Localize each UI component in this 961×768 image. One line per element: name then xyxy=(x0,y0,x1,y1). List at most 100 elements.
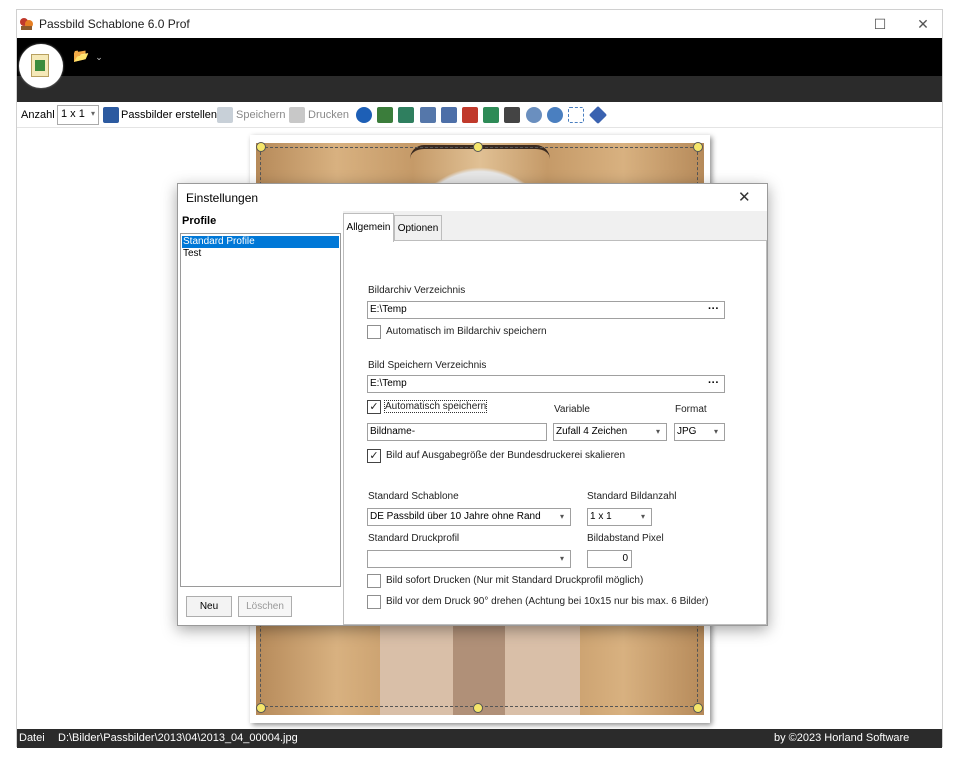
count-value: 1 x 1 xyxy=(590,511,612,522)
profile-item[interactable]: Standard Profile xyxy=(182,236,339,248)
tab-general-panel: Bildarchiv Verzeichnis E:\Temp ··· Autom… xyxy=(343,240,767,625)
chevron-down-icon: ▾ xyxy=(90,109,95,118)
anzahl-label: Anzahl xyxy=(21,109,55,121)
crop-handle-top-left[interactable] xyxy=(256,142,266,152)
maximize-button[interactable]: ☐ xyxy=(862,14,898,34)
picture-icon[interactable] xyxy=(504,107,520,123)
crop-handle-bottom-left[interactable] xyxy=(256,703,266,713)
save-dir-field[interactable]: E:\Temp ··· xyxy=(367,375,725,393)
delete-profile-button[interactable]: Löschen xyxy=(238,596,292,617)
check-icon: ✓ xyxy=(369,450,379,462)
create-passbilder-button[interactable]: Passbilder erstellen xyxy=(121,109,217,121)
auto-save-checkbox[interactable]: ✓ xyxy=(367,400,381,414)
spacing-input[interactable]: 0 xyxy=(587,550,632,568)
chevron-down-icon: ▾ xyxy=(640,512,645,521)
count-label: Standard Bildanzahl xyxy=(587,491,677,502)
filename-value: Bildname- xyxy=(370,426,416,437)
variable-value: Zufall 4 Zeichen xyxy=(556,426,628,437)
maximize-icon: ☐ xyxy=(873,16,887,32)
ribbon-lower-bar xyxy=(17,76,942,102)
image-green-icon[interactable] xyxy=(377,107,393,123)
new-profile-button[interactable]: Neu xyxy=(186,596,232,617)
dialog-close-button[interactable]: ✕ xyxy=(738,188,751,206)
print-icon xyxy=(289,107,305,123)
profile-list[interactable]: Standard Profile Test xyxy=(180,233,341,587)
status-bar: Datei D:\Bilder\Passbilder\2013\04\2013_… xyxy=(17,729,942,748)
count-select[interactable]: 1 x 1 ▾ xyxy=(587,508,652,526)
crop-handle-top-center[interactable] xyxy=(473,142,483,152)
dialog-title: Einstellungen xyxy=(186,191,259,205)
tab-optionen[interactable]: Optionen xyxy=(394,215,442,240)
scale-label: Bild auf Ausgabegröße der Bundesdruckere… xyxy=(386,450,626,461)
scale-checkbox[interactable]: ✓ xyxy=(367,449,381,463)
close-icon: ✕ xyxy=(917,16,929,32)
profiles-heading: Profile xyxy=(182,215,217,227)
save-dir-value: E:\Temp xyxy=(370,378,407,389)
chevron-down-icon: ▾ xyxy=(559,512,564,521)
filename-input[interactable]: Bildname- xyxy=(367,423,547,441)
settings-tabs: Allgemein Optionen Bildarchiv Verzeichni… xyxy=(343,211,767,625)
app-menu-button[interactable] xyxy=(19,44,63,88)
app-logo-icon xyxy=(19,16,34,31)
save-dir-label: Bild Speichern Verzeichnis xyxy=(368,360,487,371)
format-select[interactable]: JPG ▾ xyxy=(674,423,725,441)
template-value: DE Passbild über 10 Jahre ohne Rand xyxy=(370,511,541,522)
spacing-value: 0 xyxy=(622,553,628,564)
image-landscape-icon[interactable] xyxy=(398,107,414,123)
browse-save-button[interactable]: ··· xyxy=(708,376,719,391)
status-file-label: Datei xyxy=(19,732,45,744)
template-select[interactable]: DE Passbild über 10 Jahre ohne Rand ▾ xyxy=(367,508,571,526)
crop-handle-bottom-right[interactable] xyxy=(693,703,703,713)
variable-label: Variable xyxy=(554,404,590,415)
variable-select[interactable]: Zufall 4 Zeichen ▾ xyxy=(553,423,667,441)
auto-archive-checkbox[interactable] xyxy=(367,325,381,339)
tab-allgemein[interactable]: Allgemein xyxy=(343,213,394,242)
crop-handle-bottom-center[interactable] xyxy=(473,703,483,713)
folder-icon: 📂 xyxy=(73,48,90,63)
grid-icon[interactable] xyxy=(568,107,584,123)
auto-archive-label: Automatisch im Bildarchiv speichern xyxy=(386,326,547,337)
zoom-in-icon[interactable] xyxy=(547,107,563,123)
flip-horizontal-icon[interactable] xyxy=(420,107,436,123)
anzahl-select[interactable]: 1 x 1 ▾ xyxy=(57,105,99,125)
print-now-label: Bild sofort Drucken (Nur mit Standard Dr… xyxy=(386,575,644,586)
profile-item[interactable]: Test xyxy=(182,248,339,260)
print-now-checkbox[interactable] xyxy=(367,574,381,588)
diamond-icon[interactable] xyxy=(588,105,608,125)
passport-create-icon xyxy=(103,107,119,123)
toolbar: Anzahl 1 x 1 ▾ Passbilder erstellen Spei… xyxy=(17,102,942,128)
check-icon: ✓ xyxy=(369,401,379,413)
open-folder-button[interactable]: 📂 ⌄ xyxy=(73,48,109,68)
rotate-checkbox[interactable] xyxy=(367,595,381,609)
print-profile-label: Standard Druckprofil xyxy=(368,533,460,544)
chevron-down-icon: ▾ xyxy=(559,554,564,563)
window-title: Passbild Schablone 6.0 Prof xyxy=(39,17,190,31)
print-button[interactable]: Drucken xyxy=(308,109,349,121)
rotate-label: Bild vor dem Druck 90° drehen (Achtung b… xyxy=(386,596,709,607)
format-value: JPG xyxy=(677,426,697,437)
settings-dialog: Einstellungen ✕ Profile Standard Profile… xyxy=(177,183,768,626)
chevron-down-icon: ⌄ xyxy=(95,52,103,62)
zoom-out-icon[interactable] xyxy=(526,107,542,123)
chevron-down-icon: ▾ xyxy=(713,427,718,436)
archive-dir-field[interactable]: E:\Temp ··· xyxy=(367,301,725,319)
ribbon-bar xyxy=(17,38,942,76)
archive-dir-value: E:\Temp xyxy=(370,304,407,315)
auto-save-label: Automatisch speichern xyxy=(383,400,488,413)
close-window-button[interactable]: ✕ xyxy=(905,14,941,34)
save-icon xyxy=(217,107,233,123)
save-button[interactable]: Speichern xyxy=(236,109,286,121)
title-bar: Passbild Schablone 6.0 Prof ☐ ✕ xyxy=(17,10,942,38)
pipette-icon[interactable] xyxy=(483,107,499,123)
status-file-path: D:\Bilder\Passbilder\2013\04\2013_04_000… xyxy=(58,732,298,744)
crop-handle-top-right[interactable] xyxy=(693,142,703,152)
status-copyright: by ©2023 Horland Software xyxy=(774,732,910,744)
color-icon[interactable] xyxy=(462,107,478,123)
passport-document-icon xyxy=(31,54,49,77)
anzahl-value: 1 x 1 xyxy=(61,108,85,120)
template-label: Standard Schablone xyxy=(368,491,459,502)
browse-archive-button[interactable]: ··· xyxy=(708,302,719,317)
print-profile-select[interactable]: ▾ xyxy=(367,550,571,568)
flip-vertical-icon[interactable] xyxy=(441,107,457,123)
undo-icon[interactable] xyxy=(356,107,372,123)
